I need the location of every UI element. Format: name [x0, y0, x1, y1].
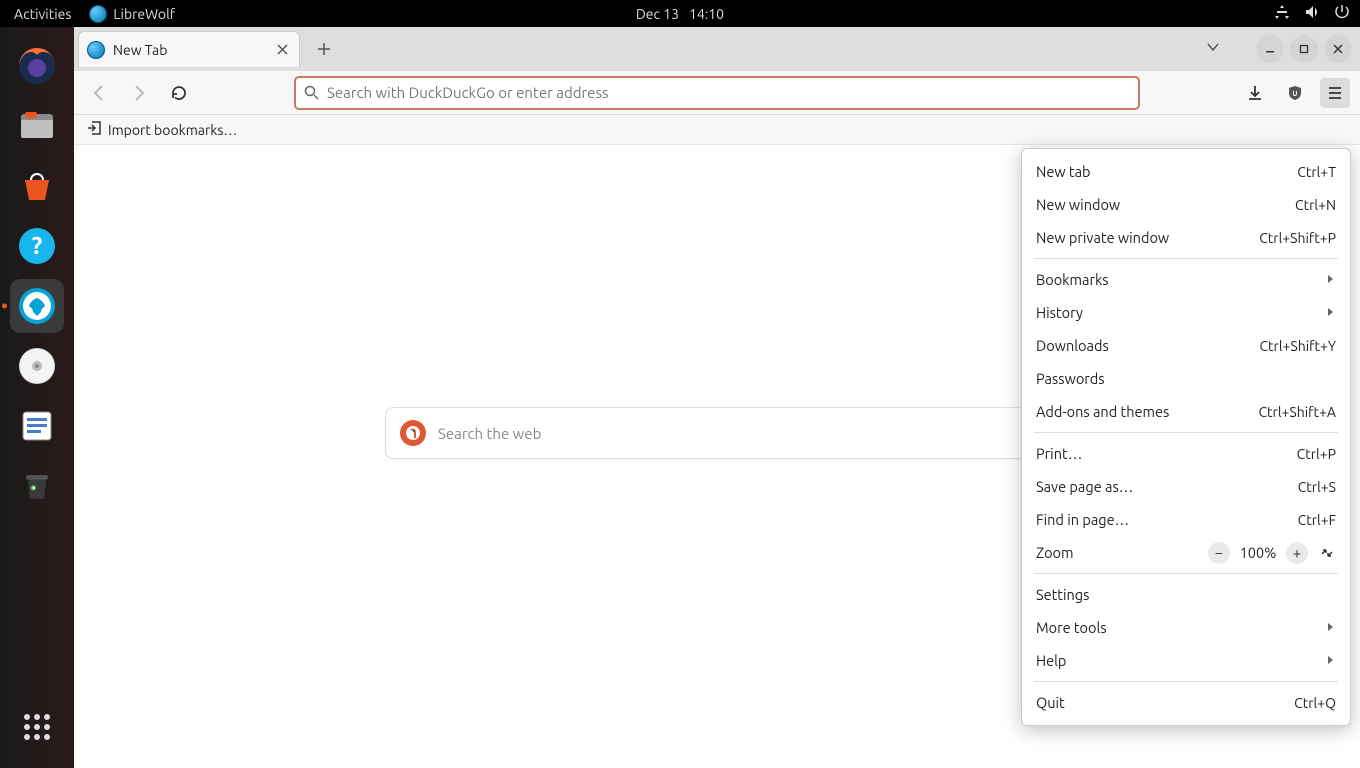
svg-text:U: U	[1293, 90, 1298, 98]
nav-toolbar: U	[74, 71, 1360, 115]
menu-passwords[interactable]: Passwords	[1022, 362, 1350, 395]
ublock-icon[interactable]: U	[1280, 78, 1310, 108]
menu-new-tab[interactable]: New tabCtrl+T	[1022, 155, 1350, 188]
search-icon	[304, 85, 319, 100]
menu-find[interactable]: Find in page…Ctrl+F	[1022, 503, 1350, 536]
menu-more-tools[interactable]: More tools	[1022, 611, 1350, 644]
chevron-right-icon	[1324, 304, 1336, 321]
zoom-in-button[interactable]: +	[1286, 542, 1308, 564]
menu-settings[interactable]: Settings	[1022, 578, 1350, 611]
menu-history[interactable]: History	[1022, 296, 1350, 329]
menu-zoom-row: Zoom − 100% +	[1022, 536, 1350, 569]
tab-close-icon[interactable]	[273, 41, 291, 59]
volume-icon[interactable]	[1304, 4, 1320, 23]
list-tabs-button[interactable]	[1206, 40, 1220, 58]
menu-addons[interactable]: Add-ons and themesCtrl+Shift+A	[1022, 395, 1350, 428]
reload-button[interactable]	[164, 78, 194, 108]
fullscreen-button[interactable]	[1316, 542, 1338, 564]
import-bookmarks-button[interactable]: Import bookmarks…	[108, 122, 237, 138]
librewolf-icon	[89, 5, 107, 23]
app-menu-panel: New tabCtrl+T New windowCtrl+N New priva…	[1021, 148, 1351, 726]
menu-quit[interactable]: QuitCtrl+Q	[1022, 686, 1350, 719]
import-bookmarks-icon	[86, 120, 102, 139]
minimize-button[interactable]	[1256, 35, 1284, 63]
browser-tab[interactable]: New Tab	[78, 31, 300, 67]
hamburger-menu-button[interactable]	[1320, 78, 1350, 108]
dock-disc[interactable]	[10, 339, 64, 393]
back-button[interactable]	[84, 78, 114, 108]
network-icon[interactable]	[1274, 4, 1290, 23]
tab-favicon	[87, 41, 105, 59]
zoom-out-button[interactable]: −	[1208, 542, 1230, 564]
tab-bar: New Tab	[74, 27, 1360, 71]
chevron-right-icon	[1324, 652, 1336, 669]
bookmarks-toolbar: Import bookmarks…	[74, 115, 1360, 145]
zoom-value: 100%	[1238, 544, 1278, 561]
dock-files[interactable]	[10, 99, 64, 153]
dock-trash[interactable]	[10, 459, 64, 513]
tab-title: New Tab	[113, 42, 167, 58]
menu-save-page[interactable]: Save page as…Ctrl+S	[1022, 470, 1350, 503]
downloads-button[interactable]	[1240, 78, 1270, 108]
dock-texteditor[interactable]	[10, 399, 64, 453]
close-button[interactable]	[1324, 35, 1352, 63]
menu-new-private-window[interactable]: New private windowCtrl+Shift+P	[1022, 221, 1350, 254]
gnome-topbar: Activities LibreWolf Dec 13 14:10	[0, 0, 1360, 27]
app-indicator[interactable]: LibreWolf	[89, 5, 175, 23]
menu-help[interactable]: Help	[1022, 644, 1350, 677]
duckduckgo-icon	[400, 420, 426, 446]
dock-librewolf[interactable]	[10, 279, 64, 333]
dock-software[interactable]	[10, 159, 64, 213]
maximize-button[interactable]	[1290, 35, 1318, 63]
browser-window: New Tab U Import bookmark	[74, 27, 1360, 768]
newtab-search-box[interactable]: Search the web	[385, 407, 1049, 459]
activities-button[interactable]: Activities	[14, 6, 71, 22]
url-bar[interactable]	[294, 76, 1140, 110]
forward-button[interactable]	[124, 78, 154, 108]
chevron-right-icon	[1324, 271, 1336, 288]
menu-downloads[interactable]: DownloadsCtrl+Shift+Y	[1022, 329, 1350, 362]
chevron-right-icon	[1324, 619, 1336, 636]
newtab-search-placeholder: Search the web	[438, 425, 541, 442]
svg-text:?: ?	[32, 232, 43, 259]
new-tab-button[interactable]	[310, 35, 338, 63]
dock-help[interactable]: ?	[10, 219, 64, 273]
clock[interactable]: Dec 13 14:10	[636, 6, 724, 22]
power-icon[interactable]	[1334, 4, 1350, 23]
menu-new-window[interactable]: New windowCtrl+N	[1022, 188, 1350, 221]
ubuntu-dock: ?	[0, 27, 74, 768]
menu-bookmarks[interactable]: Bookmarks	[1022, 263, 1350, 296]
dock-apps-grid[interactable]	[10, 700, 64, 754]
page-content: Search the web New tabCtrl+T New windowC…	[74, 145, 1360, 768]
menu-print[interactable]: Print…Ctrl+P	[1022, 437, 1350, 470]
dock-firefox[interactable]	[10, 39, 64, 93]
url-input[interactable]	[327, 84, 1130, 101]
